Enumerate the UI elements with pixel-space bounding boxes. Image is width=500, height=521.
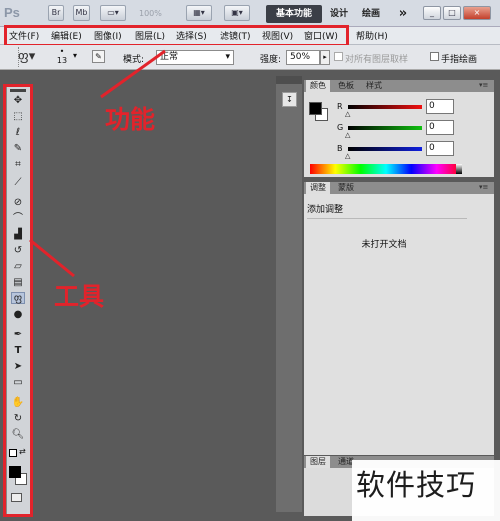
red-channel-label: R xyxy=(337,102,343,111)
foreground-color-swatch[interactable] xyxy=(9,466,21,478)
green-channel-label: G xyxy=(337,123,344,132)
green-slider-track[interactable] xyxy=(348,126,422,130)
tab-color[interactable]: 颜色 xyxy=(306,80,330,92)
tab-styles[interactable]: 样式 xyxy=(362,80,386,92)
collapsed-dock xyxy=(276,76,302,512)
color-spectrum-bar[interactable] xyxy=(310,164,462,174)
add-adjustment-title: 添加调整 xyxy=(307,205,344,215)
color-panel: 颜色 色板 样式 ▾≡ R △ 0 G △ 0 B △ 0 xyxy=(304,80,494,177)
tab-swatches[interactable]: 色板 xyxy=(334,80,358,92)
green-value-input[interactable]: 0 xyxy=(426,120,454,135)
menu-annotation-label: 功能 xyxy=(105,105,156,134)
red-value-input[interactable]: 0 xyxy=(426,99,454,114)
tab-layers[interactable]: 图层 xyxy=(306,456,330,468)
adjustments-panel-tabs: 调整 蒙版 ▾≡ xyxy=(304,182,494,194)
menu-arrow xyxy=(100,49,166,99)
red-slider-handle-icon[interactable]: △ xyxy=(345,110,350,118)
green-slider-handle-icon[interactable]: △ xyxy=(345,131,350,139)
tools-annotation-label: 工具 xyxy=(54,282,105,311)
history-panel-icon[interactable]: ↧ xyxy=(282,92,297,107)
tab-adjustments[interactable]: 调整 xyxy=(306,182,330,194)
red-slider-track[interactable] xyxy=(348,105,422,109)
panel-menu-icon[interactable]: ▾≡ xyxy=(479,81,488,89)
watermark-text: 软件技巧 xyxy=(352,460,500,521)
black-white-ramp[interactable] xyxy=(456,164,462,174)
blue-channel-label: B xyxy=(337,144,343,153)
blue-slider-track[interactable] xyxy=(348,147,422,151)
blue-value-input[interactable]: 0 xyxy=(426,141,454,156)
no-document-message: 未打开文档 xyxy=(361,240,407,250)
color-panel-tabs: 颜色 色板 样式 ▾≡ xyxy=(304,80,494,92)
panel-foreground-swatch[interactable] xyxy=(309,102,322,115)
adjustments-divider xyxy=(307,218,467,219)
tab-masks[interactable]: 蒙版 xyxy=(334,182,358,194)
adjustments-menu-icon[interactable]: ▾≡ xyxy=(479,183,488,191)
blue-slider-handle-icon[interactable]: △ xyxy=(345,152,350,160)
adjustments-panel: 调整 蒙版 ▾≡ 添加调整 未打开文档 xyxy=(304,182,494,455)
tools-arrow xyxy=(29,238,75,278)
collapsed-dock-header[interactable] xyxy=(276,76,302,84)
